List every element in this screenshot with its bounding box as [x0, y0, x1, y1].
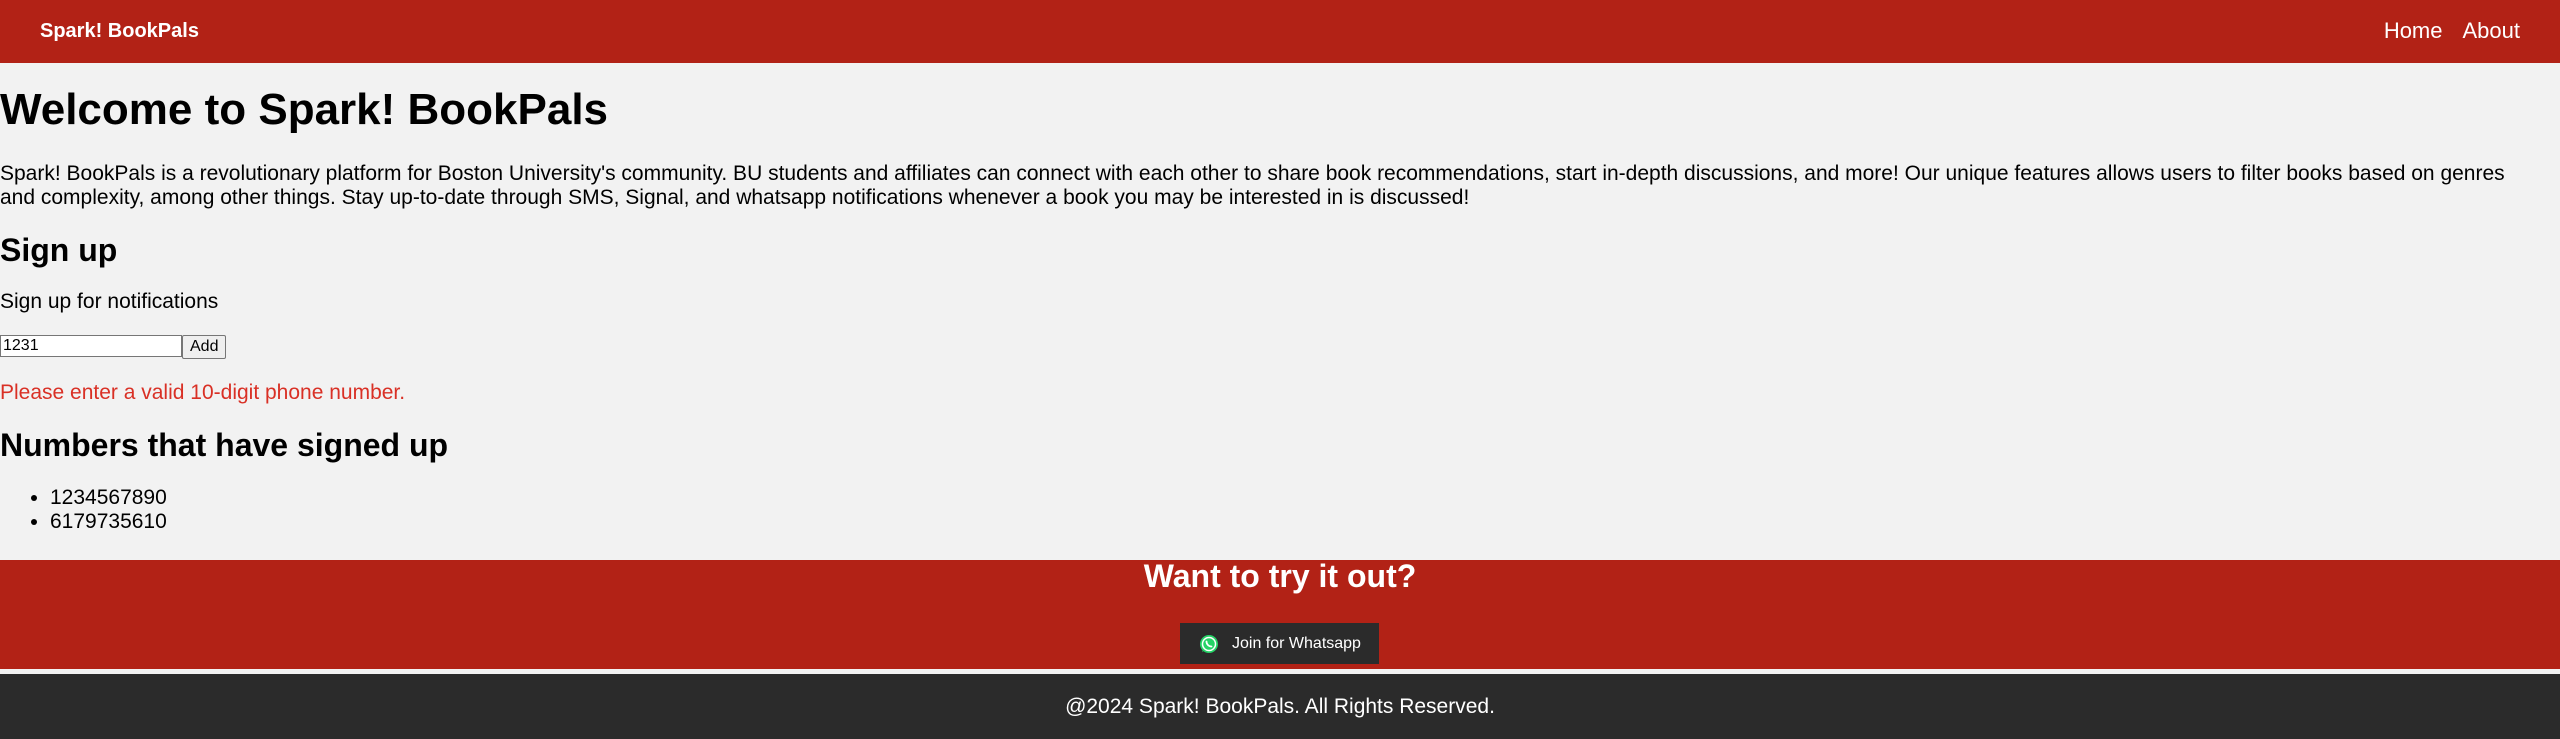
signup-subtext: Sign up for notifications [0, 290, 219, 313]
brand-logo-text[interactable]: Spark! BookPals [40, 19, 199, 43]
join-whatsapp-label: Join for Whatsapp [1232, 634, 1361, 652]
numbers-heading: Numbers that have signed up [0, 427, 449, 463]
nav-link-about[interactable]: About [2463, 18, 2521, 44]
error-message: Please enter a valid 10-digit phone numb… [0, 381, 406, 404]
navbar: Spark! BookPals Home About [0, 0, 2560, 63]
phone-input[interactable] [0, 335, 182, 357]
whatsapp-icon [1198, 633, 1220, 655]
join-whatsapp-button[interactable]: Join for Whatsapp [1180, 623, 1379, 664]
footer: @2024 Spark! BookPals. All Rights Reserv… [0, 674, 2560, 739]
intro-paragraph: Spark! BookPals is a revolutionary platf… [0, 162, 2505, 209]
signup-heading: Sign up [0, 232, 118, 268]
footer-copyright: @2024 Spark! BookPals. All Rights Reserv… [1065, 695, 1495, 718]
signup-form: Add [0, 335, 227, 359]
nav-links: Home About [2384, 18, 2520, 44]
list-item: 1234567890 [50, 486, 167, 510]
add-button[interactable]: Add [182, 335, 227, 359]
numbers-list: 1234567890 6179735610 [0, 486, 167, 534]
cta-section: Want to try it out? Join for Whatsapp [0, 560, 2560, 669]
cta-heading: Want to try it out? [1143, 558, 1417, 594]
page-title: Welcome to Spark! BookPals [0, 85, 609, 134]
list-item: 6179735610 [50, 510, 167, 534]
nav-link-home[interactable]: Home [2384, 18, 2443, 44]
